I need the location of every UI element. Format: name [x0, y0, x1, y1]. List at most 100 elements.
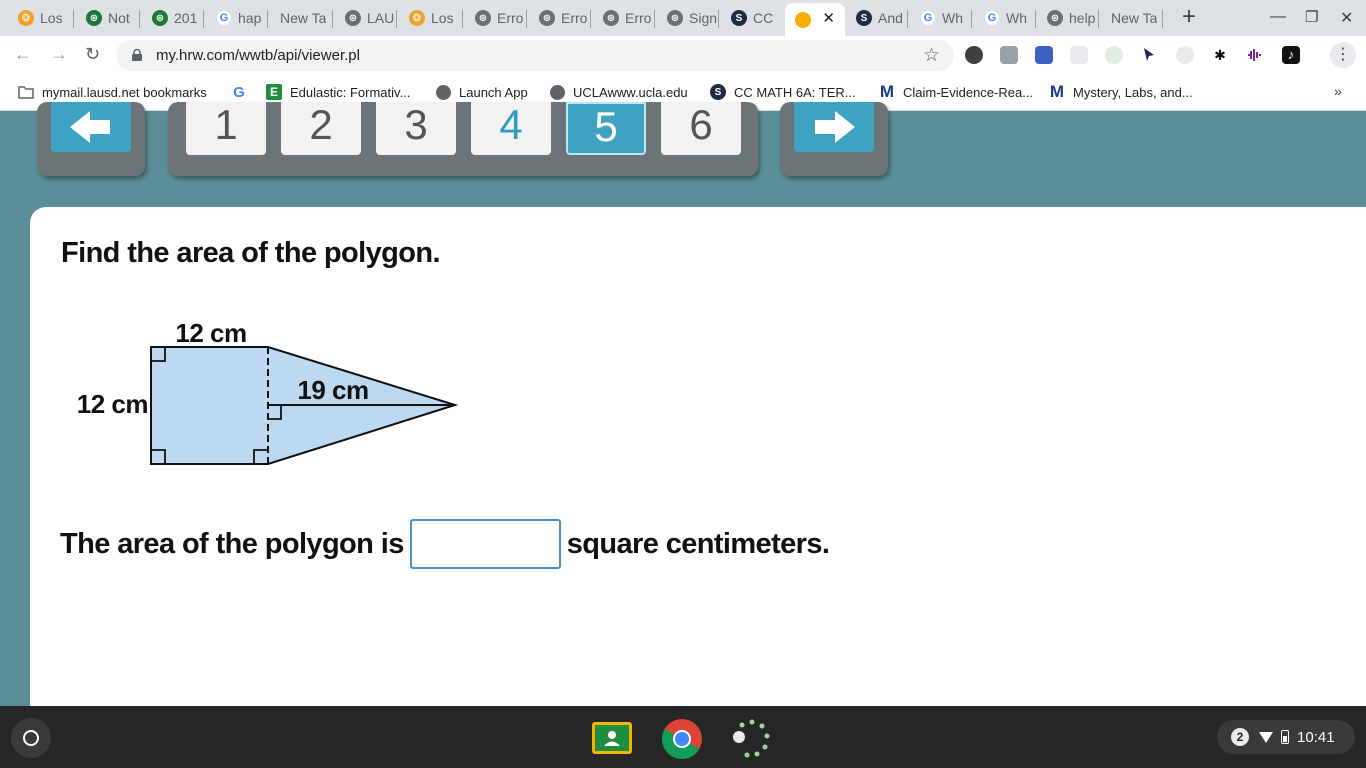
bookmark-star-icon[interactable]: ☆ [923, 44, 940, 67]
tab-favicon-icon: ⊛ [86, 10, 102, 26]
page-button-2[interactable]: 2 [281, 102, 361, 155]
tab-2[interactable]: ⊛ 201 [142, 4, 204, 32]
top-side-label: 12 cm [175, 319, 246, 348]
extension-cursor-icon[interactable] [1140, 46, 1158, 64]
tab-11[interactable]: S CC [721, 4, 783, 32]
tab-16[interactable]: ⊛ help [1037, 4, 1099, 32]
tab-17[interactable]: New Tab [1101, 4, 1163, 32]
launcher-circle-icon [23, 730, 39, 746]
folder-icon [18, 84, 34, 100]
minimize-icon[interactable]: — [1270, 8, 1286, 26]
answer-suffix: square centimeters. [566, 527, 830, 560]
launcher-button[interactable] [11, 718, 51, 758]
url-text: my.hrw.com/wwtb/api/viewer.pl [156, 47, 360, 64]
page-button-4[interactable]: 4 [471, 102, 551, 155]
tab-15[interactable]: G Wh [974, 4, 1036, 32]
extension-g-icon[interactable] [1000, 46, 1018, 64]
tab-favicon-icon: ⊛ [539, 10, 555, 26]
schoology-icon: S [710, 84, 726, 100]
previous-question-button[interactable] [51, 102, 131, 152]
tab-13[interactable]: S And [846, 4, 908, 32]
extension-tiktok-icon[interactable]: ♪ [1282, 46, 1300, 64]
bookmarks-more-icon[interactable]: » [1334, 83, 1342, 99]
triangle-height-label: 19 cm [297, 375, 368, 405]
browser-menu-icon[interactable]: ⋮ [1330, 42, 1356, 68]
tab-title: Los [431, 10, 454, 26]
tab-active[interactable]: ✕ [785, 3, 845, 36]
globe-icon [549, 84, 565, 100]
tab-9[interactable]: ⊛ Erro [593, 4, 655, 32]
bookmark-item[interactable]: S CC MATH 6A: TER... [710, 84, 856, 100]
status-tray[interactable]: 2 10:41 [1217, 720, 1355, 754]
bookmark-label: Claim-Evidence-Rea... [903, 84, 1034, 100]
tab-title: Los [40, 10, 63, 26]
tab-4[interactable]: New Tab [270, 4, 333, 32]
tab-title: Not [108, 10, 130, 26]
tab-title: hap [238, 10, 262, 26]
tab-14[interactable]: G Wh [910, 4, 972, 32]
bookmark-item[interactable]: E Edulastic: Formativ... [266, 84, 410, 100]
page-button-5[interactable]: 5 [566, 102, 646, 155]
bookmark-item[interactable]: M Claim-Evidence-Rea... [879, 82, 1034, 101]
tab-title: LAU [367, 10, 395, 26]
bookmark-item[interactable]: Launch App [435, 84, 528, 100]
bookmark-item[interactable]: UCLAwww.ucla.edu [549, 84, 688, 100]
new-tab-button[interactable]: + [1176, 5, 1202, 30]
prev-group [37, 102, 145, 176]
edulastic-icon: E [266, 84, 282, 100]
polygon-diagram: 12 cm 12 cm 19 cm [77, 318, 459, 465]
bookmark-item[interactable]: mymail.lausd.net bookmarks [18, 84, 207, 100]
tab-3[interactable]: Ghap [206, 4, 268, 32]
tab-separator [971, 10, 972, 28]
tab-favicon-icon: ⊛ [667, 10, 683, 26]
page-button-6[interactable]: 6 [661, 102, 741, 155]
address-bar[interactable]: my.hrw.com/wwtb/api/viewer.pl ☆ [116, 40, 954, 71]
tab-favicon-icon: ⊛ [1047, 10, 1063, 26]
extension-refresh-icon[interactable] [1105, 46, 1123, 64]
tab-separator [1098, 10, 1099, 28]
tab-close-icon[interactable]: ✕ [822, 9, 835, 27]
area-answer-input[interactable] [409, 519, 561, 569]
back-icon[interactable]: ← [14, 44, 32, 65]
tab-0[interactable]: ❂ Los [8, 4, 74, 32]
extension-hand-icon[interactable] [1070, 46, 1088, 64]
tab-8[interactable]: ⊛ Erro [529, 4, 591, 32]
wifi-icon [1259, 731, 1273, 743]
tab-title: New Tab [1111, 10, 1157, 26]
next-question-button[interactable] [794, 102, 874, 152]
next-group [780, 102, 888, 176]
page-button-1[interactable]: 1 [186, 102, 266, 155]
tab-7[interactable]: ⊛ Erro [465, 4, 527, 32]
bookmark-item[interactable]: M Mystery, Labs, and... [1049, 82, 1193, 101]
extension-shield-icon[interactable] [965, 46, 983, 64]
tab-favicon-icon: G [216, 10, 232, 26]
close-window-icon[interactable]: ✕ [1340, 8, 1353, 28]
forward-icon[interactable]: → [50, 44, 68, 65]
bookmark-label: Edulastic: Formativ... [290, 84, 411, 100]
tab-6[interactable]: ❂ Los [399, 4, 463, 32]
bookmark-label: CC MATH 6A: TER... [734, 84, 856, 100]
tab-title: New Tab [280, 10, 326, 26]
tab-separator [267, 10, 268, 28]
page-button-3[interactable]: 3 [376, 102, 456, 155]
tab-separator [907, 10, 908, 28]
tab-10[interactable]: ⊛ Sign [657, 4, 719, 32]
tab-title: Erro [625, 10, 652, 26]
extension-screen-icon[interactable] [1035, 46, 1053, 64]
bookmark-item[interactable]: G [231, 84, 255, 101]
mcgraw-icon: M [879, 82, 895, 101]
tab-1[interactable]: ⊛ Not [76, 4, 140, 32]
restore-icon[interactable]: ❐ [1305, 8, 1318, 26]
tab-separator [590, 10, 591, 28]
google-classroom-icon[interactable] [591, 718, 633, 760]
chrome-icon[interactable] [661, 718, 703, 760]
bookmark-label: UCLAwww.ucla.edu [573, 84, 688, 100]
extension-circle-icon[interactable] [1176, 46, 1194, 64]
tab-5[interactable]: ⊛ LAU [335, 4, 397, 32]
loading-app-icon[interactable] [731, 718, 773, 760]
arrow-right-icon [815, 111, 855, 143]
reload-icon[interactable]: ↻ [85, 44, 100, 65]
extension-audio-icon[interactable] [1246, 46, 1264, 64]
extension-paw-icon[interactable]: ✱ [1211, 46, 1229, 64]
tab-title: CC [753, 10, 774, 26]
